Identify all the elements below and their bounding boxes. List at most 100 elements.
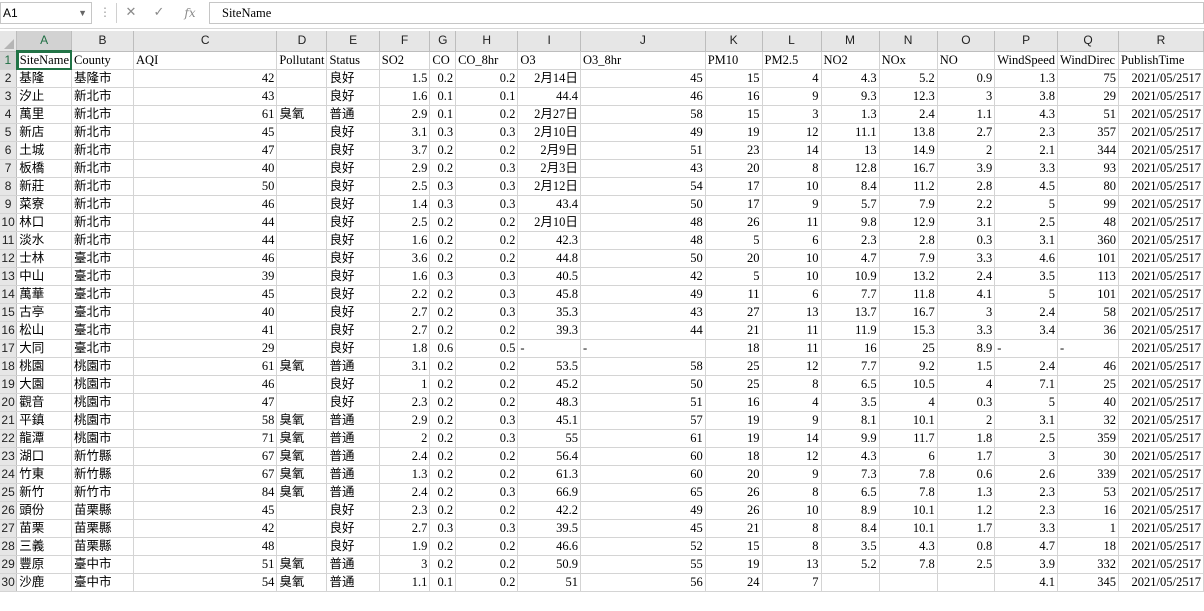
- cell[interactable]: 1.3: [821, 105, 880, 124]
- cell[interactable]: 5: [705, 267, 763, 286]
- cell[interactable]: 3.1: [994, 411, 1059, 430]
- cell[interactable]: 1: [379, 375, 431, 394]
- column-header-e[interactable]: E: [326, 31, 380, 52]
- cell[interactable]: PM10: [705, 51, 763, 70]
- cell[interactable]: 良好: [326, 375, 380, 394]
- cell[interactable]: 0.3: [429, 195, 457, 214]
- cell[interactable]: 良好: [326, 537, 380, 556]
- cell[interactable]: 48: [133, 537, 278, 556]
- row-header[interactable]: 2: [0, 69, 18, 88]
- cell[interactable]: 0.2: [429, 159, 457, 178]
- cell[interactable]: 2.5: [379, 177, 431, 196]
- cell[interactable]: 2021/05/2517: [1118, 483, 1204, 502]
- cell[interactable]: 湖口: [16, 447, 72, 466]
- row-header[interactable]: 30: [0, 573, 18, 592]
- cell[interactable]: 0.3: [455, 267, 519, 286]
- cell[interactable]: 3.1: [994, 231, 1059, 250]
- cell[interactable]: 11: [762, 213, 822, 232]
- cell[interactable]: WindSpeed: [994, 51, 1059, 70]
- cell[interactable]: 臭氧: [276, 429, 328, 448]
- cell[interactable]: 9.8: [821, 213, 880, 232]
- cell[interactable]: O3: [517, 51, 581, 70]
- cell[interactable]: NO: [937, 51, 996, 70]
- cell[interactable]: 2021/05/2517: [1118, 87, 1204, 106]
- cell[interactable]: 9: [762, 411, 822, 430]
- row-header[interactable]: 17: [0, 339, 18, 358]
- cell[interactable]: 3.3: [994, 159, 1059, 178]
- cell[interactable]: 3.1: [379, 357, 431, 376]
- cell[interactable]: PublishTime: [1118, 51, 1204, 70]
- cell[interactable]: 42: [133, 519, 278, 538]
- cell[interactable]: O3_8hr: [580, 51, 706, 70]
- cell[interactable]: 17: [705, 177, 763, 196]
- cell[interactable]: [276, 537, 328, 556]
- cell[interactable]: [276, 285, 328, 304]
- cell[interactable]: 基隆市: [71, 69, 135, 88]
- cell[interactable]: 9.3: [821, 87, 880, 106]
- cell[interactable]: 2.7: [379, 303, 431, 322]
- cell[interactable]: 11.1: [821, 123, 880, 142]
- cell[interactable]: 13: [762, 303, 822, 322]
- cell[interactable]: 苗栗縣: [71, 519, 135, 538]
- cell[interactable]: 25: [705, 357, 763, 376]
- cell[interactable]: [276, 159, 328, 178]
- cell[interactable]: 良好: [326, 519, 380, 538]
- cell[interactable]: 2.9: [379, 105, 431, 124]
- cell[interactable]: 3.7: [379, 141, 431, 160]
- cell[interactable]: 0.3: [455, 411, 519, 430]
- cell[interactable]: 21: [705, 321, 763, 340]
- cell[interactable]: 2021/05/2517: [1118, 519, 1204, 538]
- cell[interactable]: 新北市: [71, 123, 135, 142]
- cell[interactable]: 18: [1057, 537, 1119, 556]
- cell[interactable]: 50.9: [517, 555, 581, 574]
- cell[interactable]: 0.8: [937, 537, 996, 556]
- cell[interactable]: 50: [580, 195, 706, 214]
- cell[interactable]: 48: [1057, 213, 1119, 232]
- cell[interactable]: 新北市: [71, 213, 135, 232]
- cell[interactable]: 45: [133, 123, 278, 142]
- cell[interactable]: 1.8: [379, 339, 431, 358]
- cell[interactable]: 良好: [326, 393, 380, 412]
- cell[interactable]: 7.1: [994, 375, 1059, 394]
- cell[interactable]: 0.2: [455, 447, 519, 466]
- row-header[interactable]: 16: [0, 321, 18, 340]
- cell[interactable]: 18: [705, 447, 763, 466]
- cell[interactable]: 13.7: [821, 303, 880, 322]
- row-header[interactable]: 25: [0, 483, 18, 502]
- cell[interactable]: 良好: [326, 285, 380, 304]
- cell[interactable]: 42: [580, 267, 706, 286]
- cell[interactable]: 良好: [326, 249, 380, 268]
- cell[interactable]: 54: [580, 177, 706, 196]
- cell[interactable]: 58: [133, 411, 278, 430]
- cell[interactable]: 75: [1057, 69, 1119, 88]
- cell[interactable]: 2.8: [937, 177, 996, 196]
- cell[interactable]: 11.9: [821, 321, 880, 340]
- column-header-d[interactable]: D: [276, 31, 328, 52]
- cell[interactable]: 普通: [326, 483, 380, 502]
- cell[interactable]: 0.2: [429, 429, 457, 448]
- cell[interactable]: 7.9: [879, 195, 938, 214]
- cell[interactable]: 5: [994, 285, 1059, 304]
- cell[interactable]: 113: [1057, 267, 1119, 286]
- cell[interactable]: 臺北市: [71, 285, 135, 304]
- cell[interactable]: 6.5: [821, 483, 880, 502]
- cell[interactable]: 新北市: [71, 105, 135, 124]
- cell[interactable]: 2.6: [994, 465, 1059, 484]
- cell[interactable]: 49: [580, 123, 706, 142]
- cell[interactable]: 3.3: [994, 519, 1059, 538]
- cell[interactable]: 2021/05/2517: [1118, 231, 1204, 250]
- cell[interactable]: 0.2: [429, 231, 457, 250]
- cell[interactable]: 2021/05/2517: [1118, 195, 1204, 214]
- cell[interactable]: 10: [762, 249, 822, 268]
- cell[interactable]: 0.2: [429, 249, 457, 268]
- cell[interactable]: 4: [762, 393, 822, 412]
- cell[interactable]: 良好: [326, 195, 380, 214]
- cell[interactable]: 普通: [326, 411, 380, 430]
- cell[interactable]: 9: [762, 195, 822, 214]
- cell[interactable]: 26: [705, 483, 763, 502]
- column-header-c[interactable]: C: [133, 31, 278, 52]
- cell[interactable]: 7.8: [879, 465, 938, 484]
- cell[interactable]: 25: [705, 375, 763, 394]
- cell[interactable]: 2021/05/2517: [1118, 375, 1204, 394]
- cell[interactable]: 2.9: [379, 411, 431, 430]
